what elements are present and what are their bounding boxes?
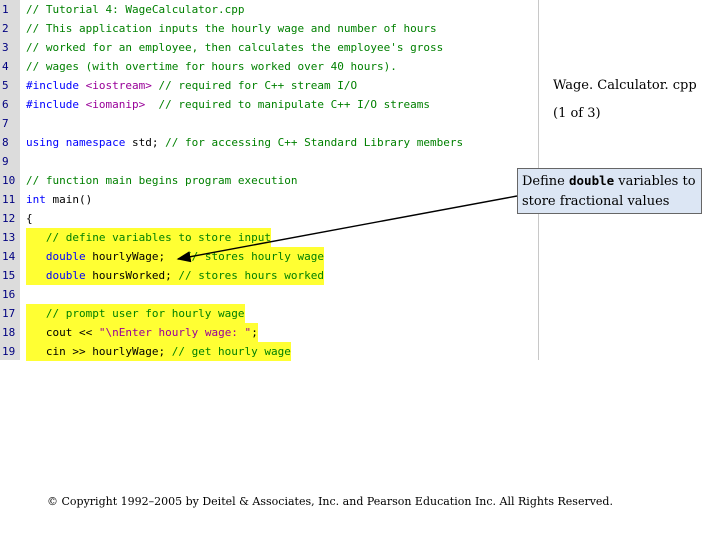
code-token: #include [26, 98, 86, 111]
code-line: 13 // define variables to store input [0, 228, 538, 247]
code-line: 5 #include <iostream> // required for C++… [0, 76, 538, 95]
code-line: 7 [0, 114, 538, 133]
code-token: <iostream> [85, 79, 152, 92]
line-number: 14 [2, 250, 16, 263]
code-token: hourlyWage; [92, 250, 185, 263]
line-code: #include <iomanip> // required to manipu… [26, 95, 430, 114]
code-token: #include [26, 79, 86, 92]
copyright-footer: © Copyright 1992–2005 by Deitel & Associ… [47, 495, 613, 508]
code-line: 6 #include <iomanip> // required to manip… [0, 95, 538, 114]
code-token: ; [251, 326, 258, 339]
code-listing-panel: 1 // Tutorial 4: WageCalculator.cpp 2 // Th… [0, 0, 539, 361]
line-number: 12 [2, 212, 16, 225]
callout-box: Define double variables to store fractio… [517, 168, 702, 214]
callout-prefix: Define [522, 174, 569, 189]
file-name-title: Wage. Calculator. cpp [553, 78, 697, 93]
line-code: double hourlyWage; // stores hourly wage [26, 247, 325, 266]
line-number: 17 [2, 307, 16, 320]
code-token: hoursWorked; [92, 269, 179, 282]
code-line: 11 int main() [0, 190, 538, 209]
code-token: // stores hours worked [178, 269, 325, 282]
code-token: // for accessing C++ Standard Library me… [165, 136, 464, 149]
code-token: { [26, 212, 33, 225]
line-code: cin >> hourlyWage; // get hourly wage [26, 342, 291, 361]
code-token: <iomanip> [85, 98, 146, 111]
line-number: 19 [2, 345, 16, 358]
line-number: 10 [2, 174, 16, 187]
code-token: std; [131, 136, 166, 149]
callout-keyword: double [569, 173, 615, 188]
line-code: double hoursWorked; // stores hours work… [26, 266, 325, 285]
code-token: // function main begins program executio… [26, 174, 298, 187]
code-token: // get hourly wage [171, 345, 291, 358]
line-code: // function main begins program executio… [26, 171, 298, 190]
code-token: double [26, 250, 93, 263]
code-line: 16 [0, 285, 538, 304]
code-token: // required to manipulate C++ I/O stream… [145, 98, 430, 111]
line-code: #include <iostream> // required for C++ … [26, 76, 357, 95]
line-code: // This application inputs the hourly wa… [26, 19, 437, 38]
code-line: 8 using namespace std; // for accessing C… [0, 133, 538, 152]
line-code: { [26, 209, 33, 228]
code-token: // worked for an employee, then calculat… [26, 41, 444, 54]
code-line: 3 // worked for an employee, then calcula… [0, 38, 538, 57]
line-number: 11 [2, 193, 16, 206]
code-token: int [26, 193, 53, 206]
code-line: 19 cin >> hourlyWage; // get hourly wage [0, 342, 538, 361]
code-token: cin >> hourlyWage; [26, 345, 172, 358]
line-number: 2 [2, 22, 9, 35]
line-number: 18 [2, 326, 16, 339]
line-code: // prompt user for hourly wage [26, 304, 245, 323]
code-token: // stores hourly wage [184, 250, 325, 263]
code-line: 15 double hoursWorked; // stores hours w… [0, 266, 538, 285]
code-line: 4 // wages (with overtime for hours worke… [0, 57, 538, 76]
code-line: 14 double hourlyWage; // stores hourly w… [0, 247, 538, 266]
code-token: "\nEnter hourly wage: " [98, 326, 252, 339]
line-number: 8 [2, 136, 9, 149]
line-number: 7 [2, 117, 9, 130]
code-line: 1 // Tutorial 4: WageCalculator.cpp [0, 0, 538, 19]
code-line: 17 // prompt user for hourly wage [0, 304, 538, 323]
code-line: 10 // function main begins program execut… [0, 171, 538, 190]
code-line: 12 { [0, 209, 538, 228]
line-code: // Tutorial 4: WageCalculator.cpp [26, 0, 245, 19]
code-token: // wages (with overtime for hours worked… [26, 60, 397, 73]
code-token: using namespace [26, 136, 132, 149]
line-number: 16 [2, 288, 16, 301]
code-token: // Tutorial 4: WageCalculator.cpp [26, 3, 245, 16]
line-number: 4 [2, 60, 9, 73]
line-number: 6 [2, 98, 9, 111]
code-line: 9 [0, 152, 538, 171]
page-indicator: (1 of 3) [553, 106, 601, 121]
line-number: 15 [2, 269, 16, 282]
line-number: 3 [2, 41, 9, 54]
line-code: // wages (with overtime for hours worked… [26, 57, 397, 76]
line-number: 1 [2, 3, 9, 16]
line-code: int main() [26, 190, 92, 209]
line-number: 5 [2, 79, 9, 92]
code-line: 18 cout << "\nEnter hourly wage: "; [0, 323, 538, 342]
code-token: // prompt user for hourly wage [26, 307, 245, 320]
line-code: cout << "\nEnter hourly wage: "; [26, 323, 258, 342]
line-code: // define variables to store input [26, 228, 272, 247]
line-number: 9 [2, 155, 9, 168]
code-token: main() [52, 193, 93, 206]
line-number: 13 [2, 231, 16, 244]
code-line: 2 // This application inputs the hourly w… [0, 19, 538, 38]
line-code: using namespace std; // for accessing C+… [26, 133, 463, 152]
line-code: // worked for an employee, then calculat… [26, 38, 443, 57]
code-token: // required for C++ stream I/O [151, 79, 358, 92]
code-token: double [26, 269, 93, 282]
code-token: // define variables to store input [26, 231, 272, 244]
code-token: // This application inputs the hourly wa… [26, 22, 437, 35]
code-token: cout << [26, 326, 99, 339]
